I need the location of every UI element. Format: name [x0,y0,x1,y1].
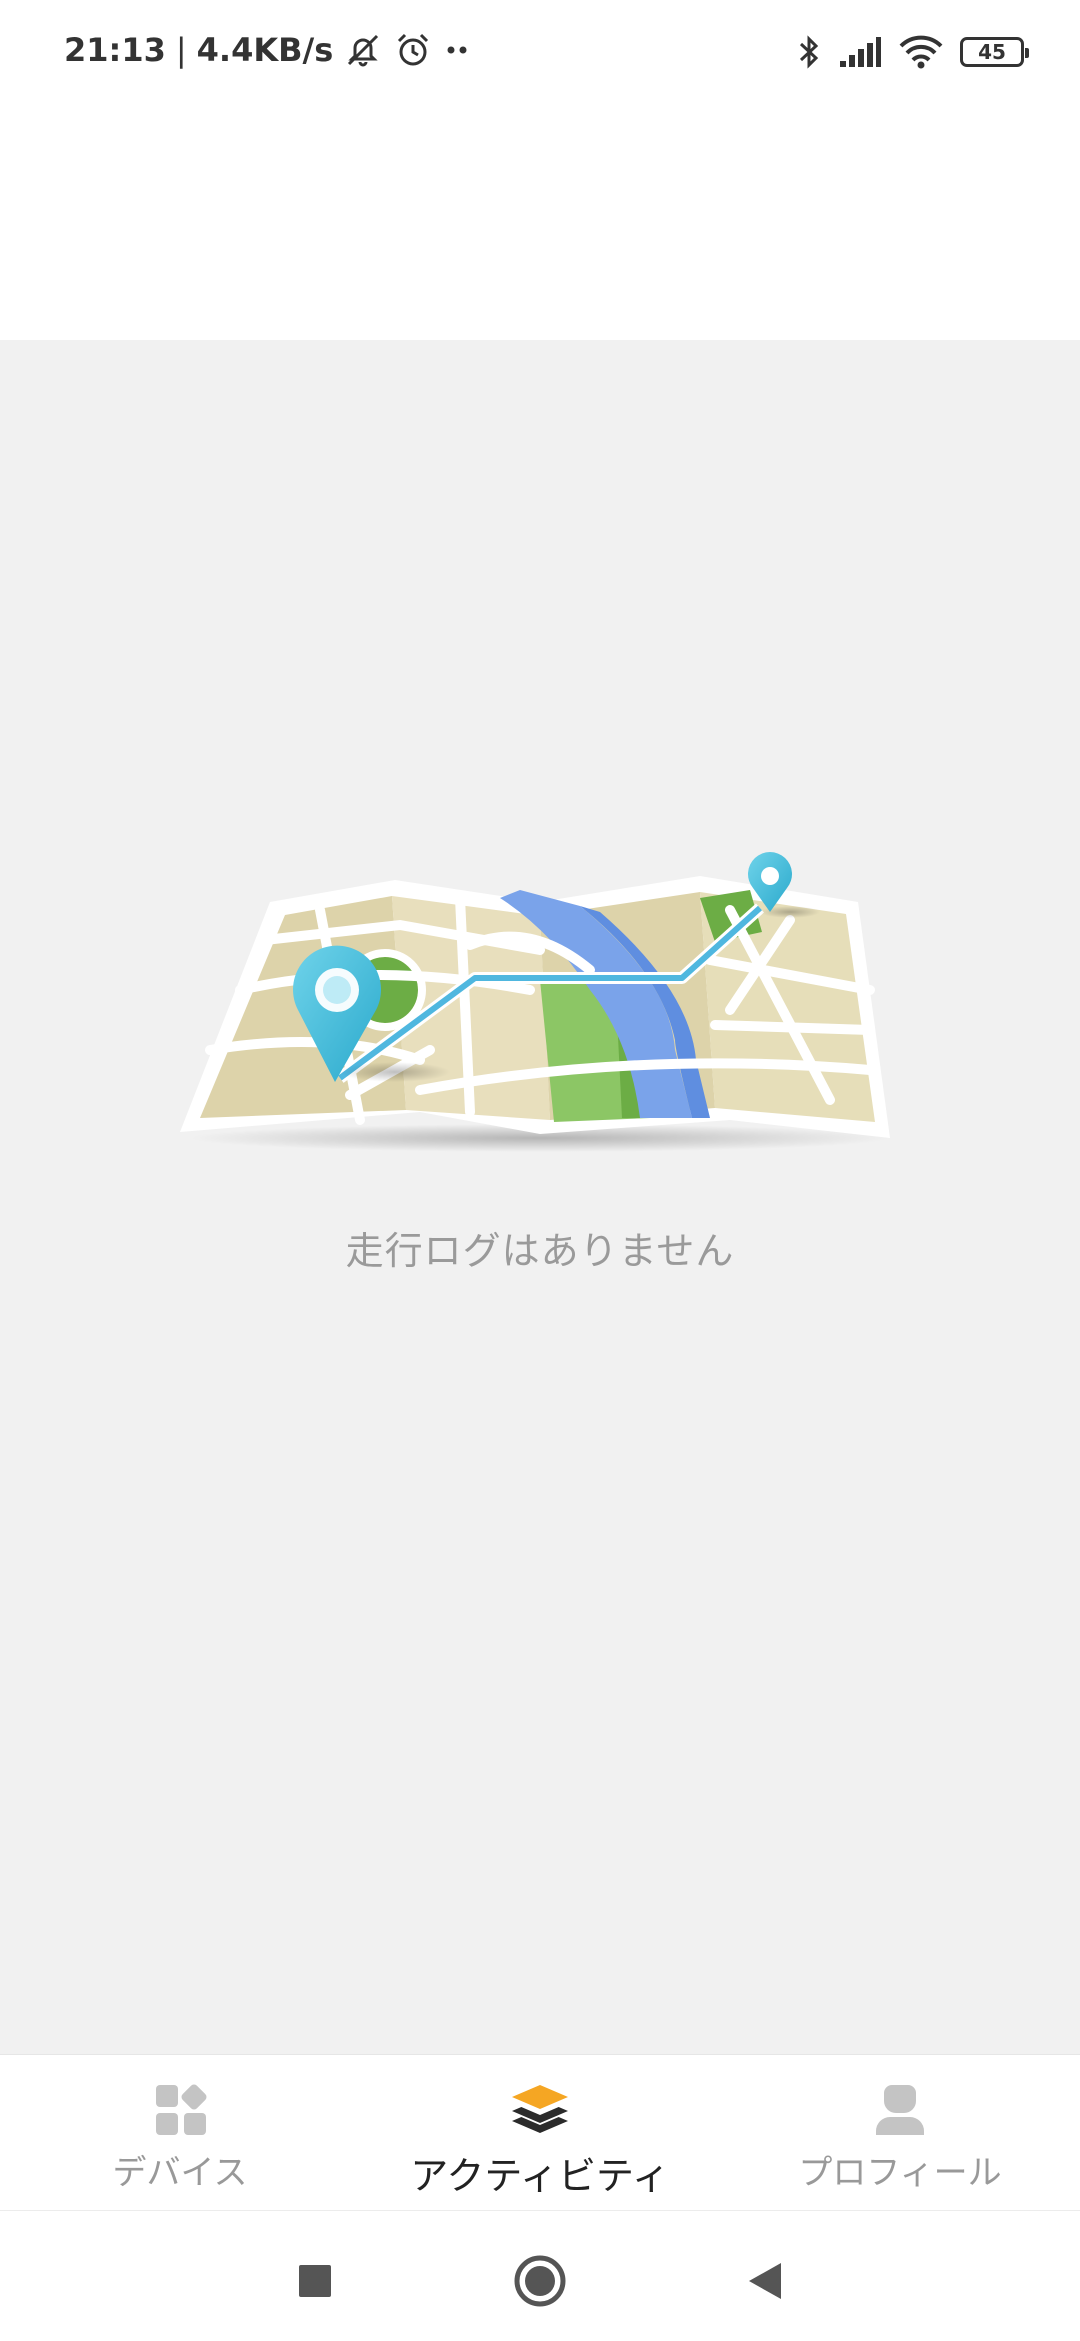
wifi-icon [899,35,943,69]
empty-state-message: 走行ログはありません [345,1229,735,1273]
system-navigation-bar [0,2210,1080,2341]
battery-icon: 45 [960,37,1029,67]
battery-level: 45 [978,40,1006,64]
status-net-speed: 4.4KB/s [196,31,334,69]
signal-icon [840,37,881,67]
person-profile-icon [876,2085,924,2135]
back-triangle-icon[interactable] [735,2251,795,2311]
devices-grid-icon [156,2084,207,2135]
bluetooth-icon [799,35,819,69]
app-header [0,100,1080,340]
status-right: 45 [796,24,1029,80]
tab-profile[interactable]: プロフィール [720,2055,1080,2211]
activity-content: 走行ログはありません [0,340,1080,2054]
status-bar: 21:13 | 4.4KB/s 45 [0,0,1080,100]
tab-devices-label: デバイス [112,2153,248,2193]
route-map-illustration [180,852,890,1152]
more-dots-icon [447,46,467,54]
recents-square-icon[interactable] [285,2251,345,2311]
tab-devices[interactable]: デバイス [0,2055,360,2211]
tab-activity-label: アクティビティ [410,2154,670,2198]
tab-profile-label: プロフィール [798,2153,1002,2193]
layers-activity-icon [512,2085,568,2133]
status-time: 21:13 [64,31,166,69]
status-left: 21:13 | 4.4KB/s [64,22,473,78]
status-separator: | [175,31,187,69]
notifications-muted-icon [348,34,379,67]
bottom-navigation: デバイス アクティビティ プロフィール [0,2054,1080,2211]
home-circle-icon[interactable] [510,2251,570,2311]
alarm-icon [398,33,429,66]
tab-activity[interactable]: アクティビティ [360,2055,720,2211]
